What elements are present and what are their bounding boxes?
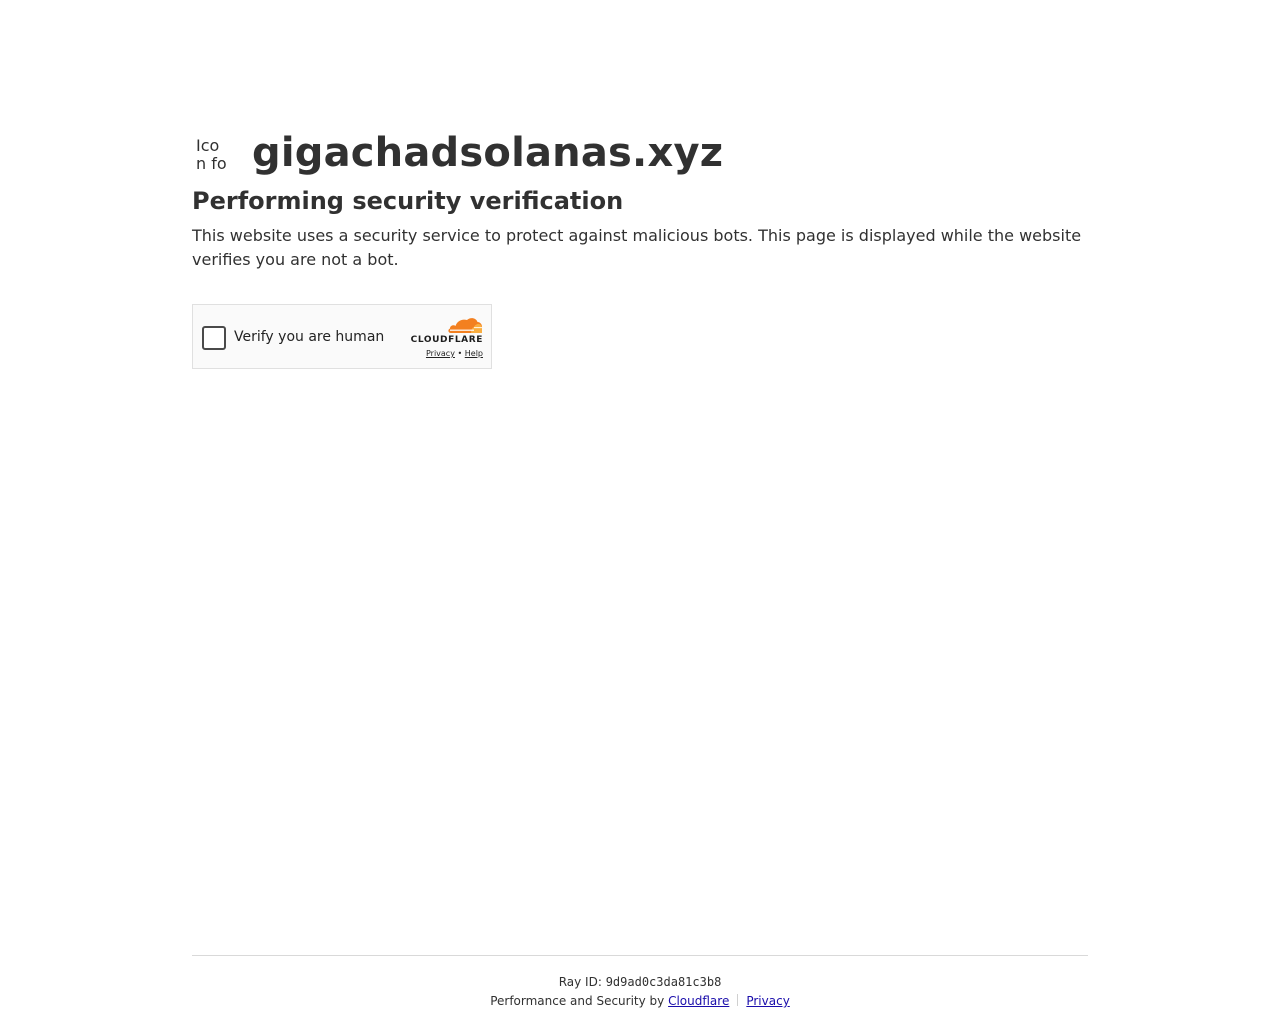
cloudflare-cloud-icon [448,318,483,333]
site-header: Icon for gigachadsolanas.xyz gigachadsol… [192,128,1088,178]
widget-privacy-link[interactable]: Privacy [426,349,455,358]
footer: Ray ID: 9d9ad0c3da81c3b8 Performance and… [192,955,1088,1009]
ray-id-line: Ray ID: 9d9ad0c3da81c3b8 [192,975,1088,989]
performance-text: Performance and Security by [490,994,665,1008]
ray-id-value: 9d9ad0c3da81c3b8 [605,975,722,989]
page-description: This website uses a security service to … [192,226,1082,269]
verify-checkbox[interactable] [202,326,226,350]
ray-id-label: Ray ID: [558,975,602,989]
widget-help-link[interactable]: Help [465,349,483,358]
link-separator: • [457,349,463,358]
verification-page: Icon for gigachadsolanas.xyz gigachadsol… [0,0,1280,1024]
footer-divider [737,994,739,1006]
widget-links: Privacy • Help [407,349,483,359]
main-content: Icon for gigachadsolanas.xyz gigachadsol… [192,128,1088,272]
site-name: gigachadsolanas.xyz [252,130,724,176]
cloudflare-link[interactable]: Cloudflare [668,994,729,1008]
footer-privacy-link[interactable]: Privacy [746,994,789,1008]
turnstile-widget: Verify you are human CLOUDFLARE Privacy … [192,304,492,369]
page-title: Performing security verification [192,187,624,215]
verify-label[interactable]: Verify you are human [234,327,384,347]
performance-line: Performance and Security by Cloudflare Pr… [192,993,1088,1009]
site-favicon-icon: Icon for gigachadsolanas.xyz [196,137,227,169]
cloudflare-logo: CLOUDFLARE Privacy • Help [407,316,483,359]
cloudflare-wordmark: CLOUDFLARE [410,335,483,345]
